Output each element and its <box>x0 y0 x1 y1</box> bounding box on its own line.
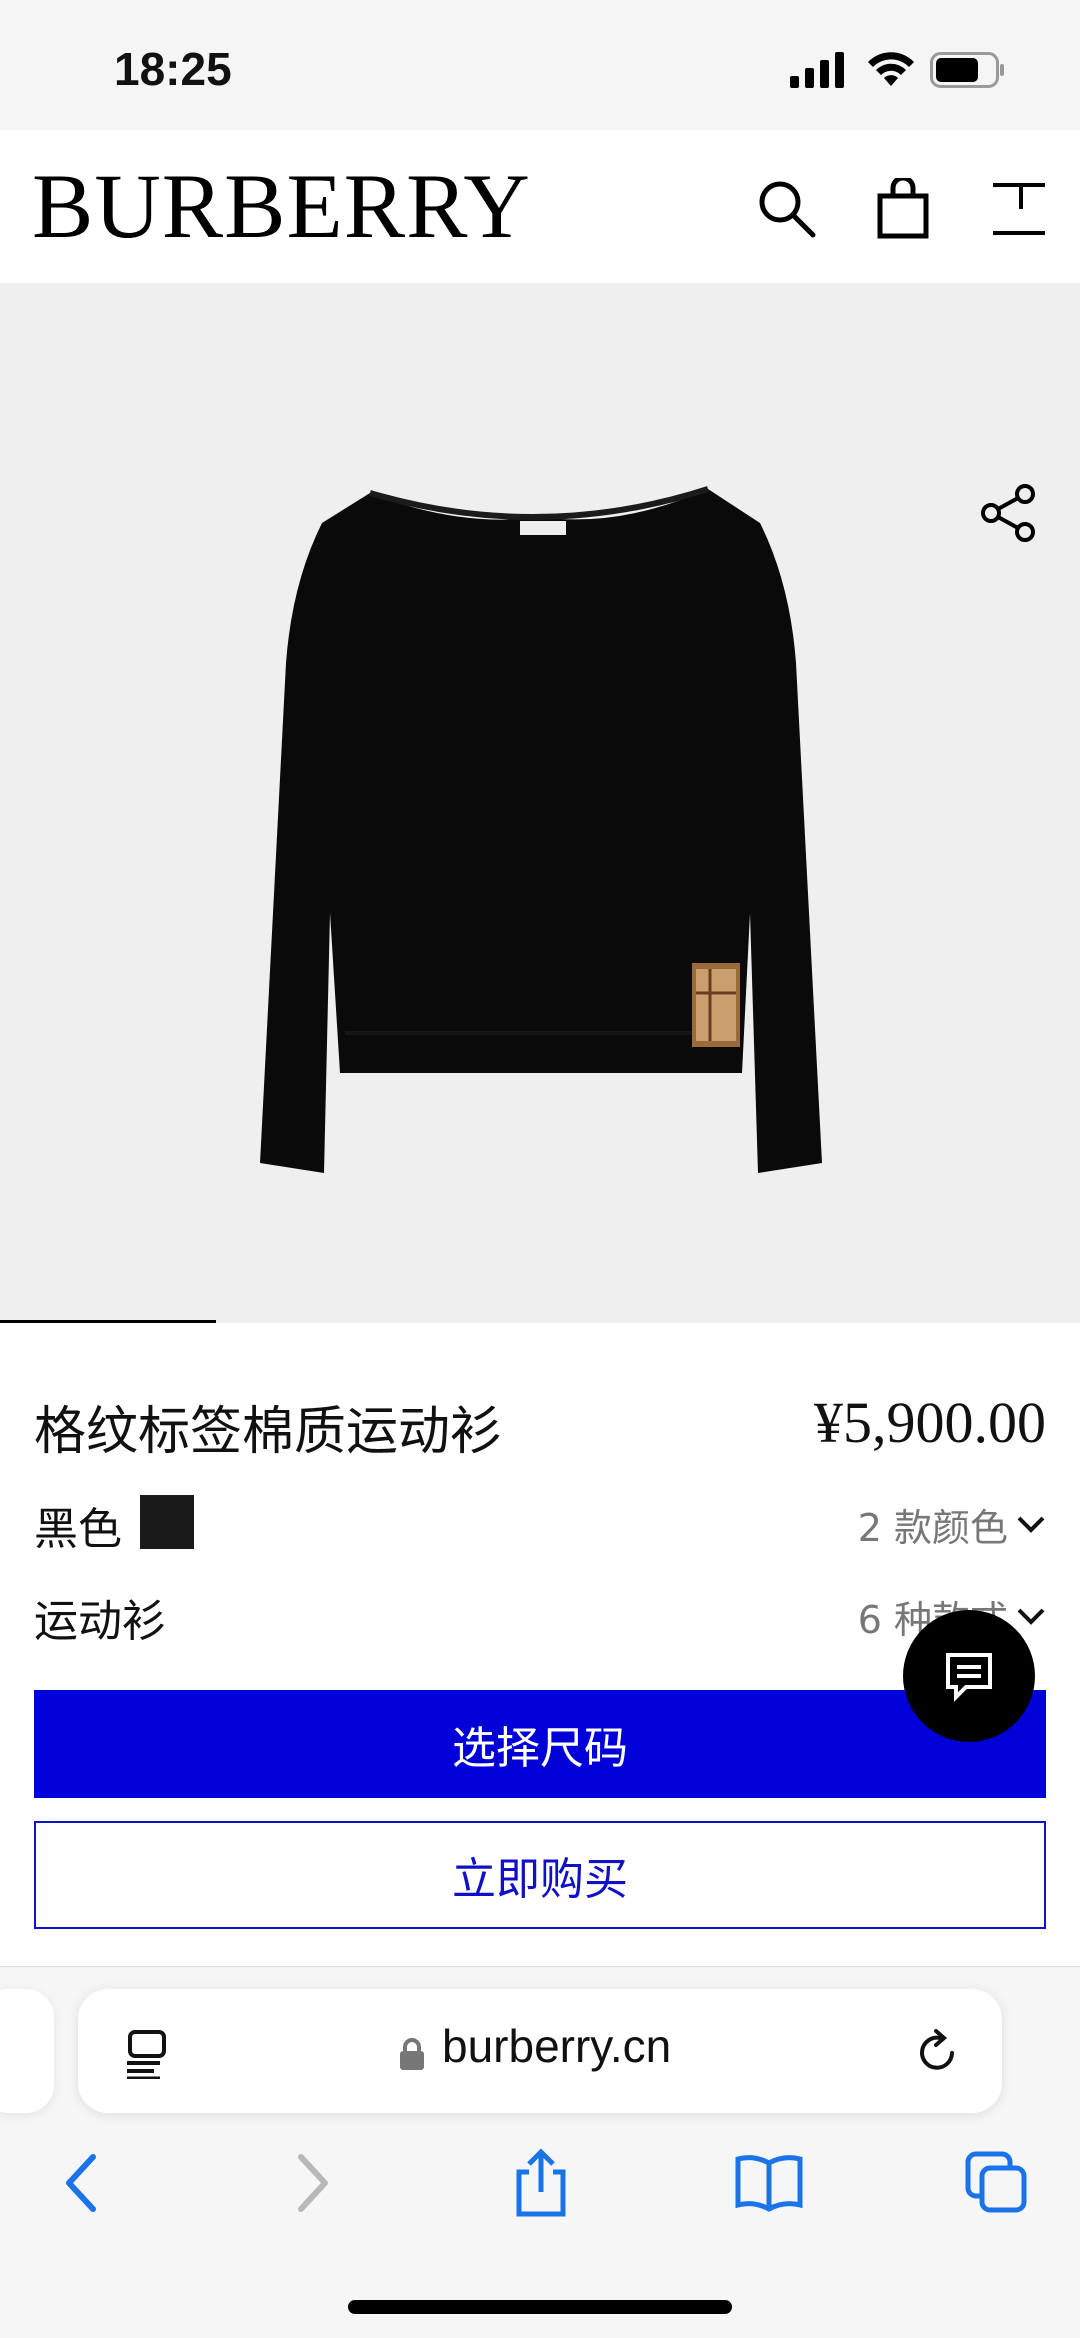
browser-toolbar: burberry.cn <box>0 1966 1080 2338</box>
product-image[interactable] <box>0 283 1080 1323</box>
forward-icon[interactable] <box>268 2143 358 2223</box>
previous-tab-preview[interactable] <box>0 1989 54 2113</box>
color-label: 黑色 <box>34 1504 122 1555</box>
reader-icon[interactable] <box>124 2029 170 2079</box>
chevron-down-icon[interactable] <box>1016 1601 1046 1631</box>
color-count[interactable]: 2 款颜色 <box>858 1497 1008 1552</box>
bag-icon[interactable] <box>868 174 938 244</box>
chevron-down-icon[interactable] <box>1016 1509 1046 1539</box>
select-size-button[interactable]: 选择尺码 <box>34 1690 1046 1798</box>
color-swatch[interactable] <box>140 1495 194 1549</box>
chat-icon <box>946 1653 992 1702</box>
tabs-icon[interactable] <box>952 2143 1042 2223</box>
bookmarks-icon[interactable] <box>724 2143 814 2223</box>
site-header: BURBERRY <box>0 130 1080 283</box>
url-text[interactable]: burberry.cn <box>442 2019 671 2073</box>
buy-now-button[interactable]: 立即购买 <box>34 1821 1046 1929</box>
share-sheet-icon[interactable] <box>496 2143 586 2223</box>
wifi-icon <box>868 52 914 86</box>
brand-logo[interactable]: BURBERRY <box>32 160 531 252</box>
home-indicator[interactable] <box>348 2300 732 2314</box>
sweatshirt-image <box>260 486 822 1173</box>
status-time: 18:25 <box>114 43 232 95</box>
reload-icon[interactable] <box>912 2027 962 2077</box>
chat-button[interactable] <box>903 1610 1035 1742</box>
lock-icon <box>400 2038 424 2070</box>
battery-icon <box>930 52 1004 88</box>
menu-icon[interactable] <box>984 174 1054 244</box>
status-bar: 18:25 <box>0 0 1080 130</box>
product-title: 格纹标签棉质运动衫 <box>34 1402 503 1462</box>
back-icon[interactable] <box>36 2143 126 2223</box>
style-label: 运动衫 <box>34 1596 166 1647</box>
signal-icon <box>790 52 844 88</box>
share-icon[interactable] <box>968 473 1048 553</box>
address-bar[interactable]: burberry.cn <box>78 1989 1002 2113</box>
product-price: ¥5,900.00 <box>814 1390 1046 1455</box>
search-icon[interactable] <box>752 174 822 244</box>
